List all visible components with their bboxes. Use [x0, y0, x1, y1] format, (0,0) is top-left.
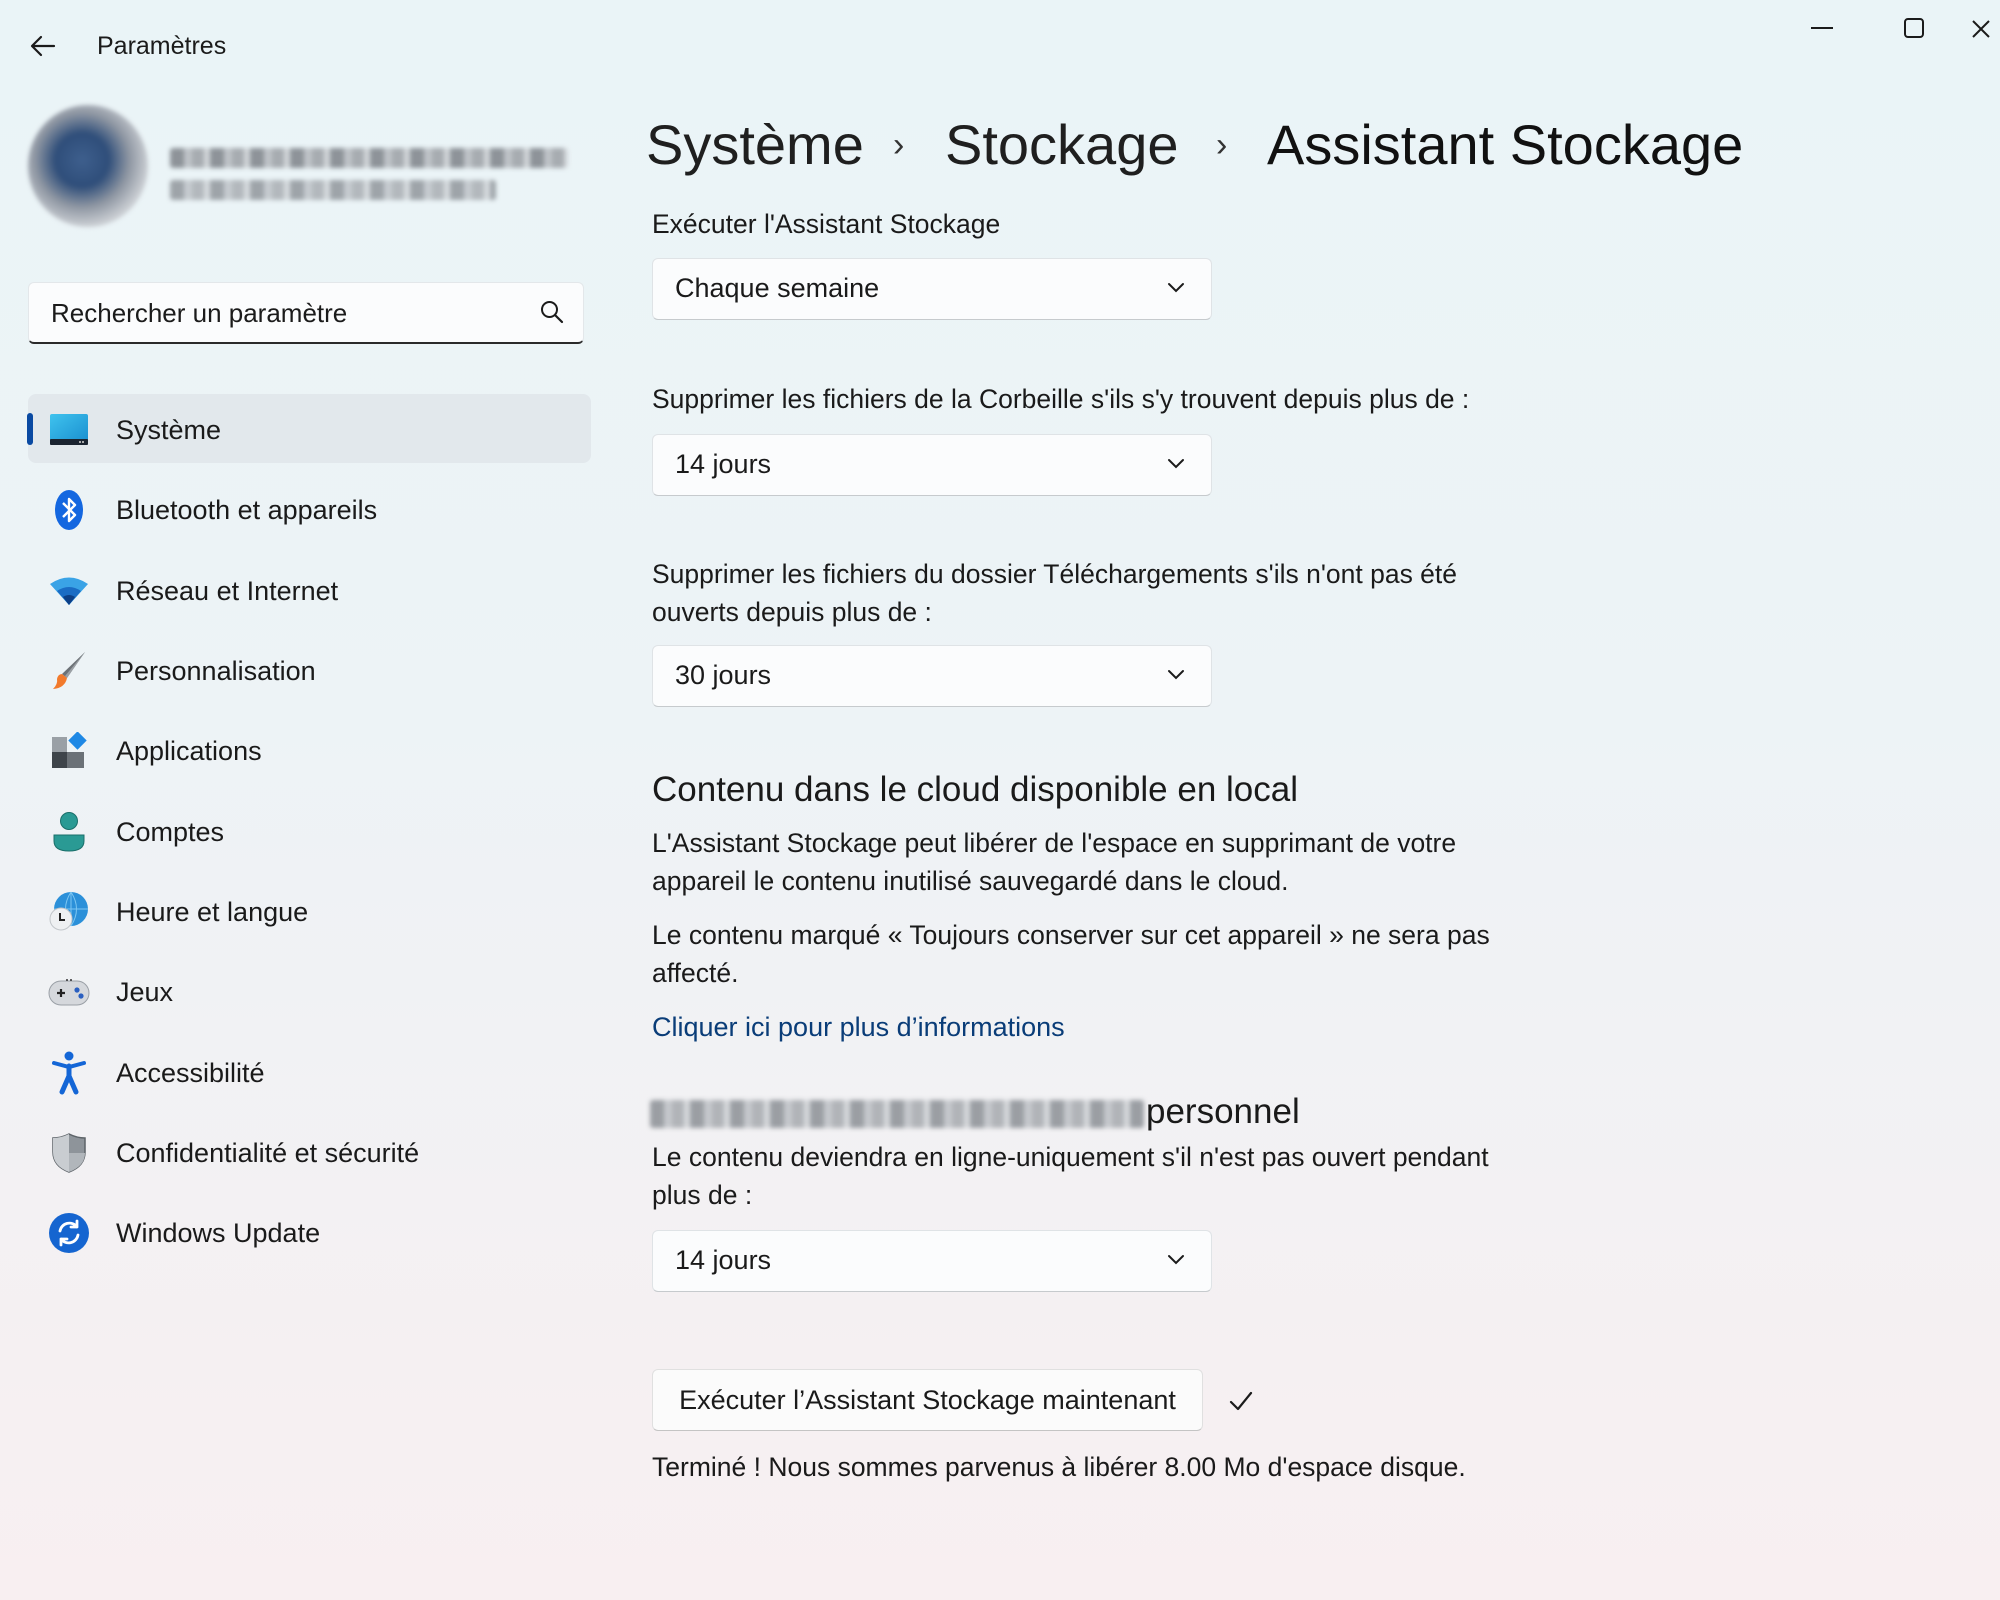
- wifi-icon: [48, 570, 90, 612]
- search-input[interactable]: [49, 283, 533, 343]
- chevron-down-icon: [1168, 670, 1184, 680]
- chevron-down-icon: [1168, 283, 1184, 293]
- close-button[interactable]: [1970, 8, 2000, 48]
- sidebar-item-applications[interactable]: Applications: [28, 720, 591, 782]
- sidebar-item-comptes[interactable]: Comptes: [28, 801, 591, 863]
- cloud-description-line2: appareil le contenu inutilisé sauvegardé…: [652, 866, 1289, 896]
- dropdown-value: 30 jours: [675, 660, 772, 690]
- update-icon: [48, 1212, 90, 1254]
- sidebar-item-label: Confidentialité et sécurité: [116, 1137, 420, 1168]
- online-only-label-line1: Le contenu deviendra en ligne-uniquement…: [652, 1142, 1489, 1172]
- bluetooth-icon: [48, 489, 90, 531]
- minimize-button[interactable]: [1792, 8, 1852, 48]
- breadcrumb-item-stockage[interactable]: Stockage: [945, 112, 1179, 177]
- user-icon: [48, 811, 90, 853]
- online-only-label-line2: plus de :: [652, 1180, 753, 1210]
- checkmark-icon: [1229, 1391, 1253, 1411]
- globe-clock-icon: [48, 891, 90, 933]
- run-now-button[interactable]: Exécuter l’Assistant Stockage maintenant: [652, 1369, 1203, 1431]
- sidebar-item-confidentialite[interactable]: Confidentialité et sécurité: [28, 1122, 591, 1184]
- sidebar-item-label: Personnalisation: [116, 655, 316, 686]
- search-icon[interactable]: [539, 299, 565, 325]
- cloud-description: L'Assistant Stockage peut libérer de l'e…: [652, 824, 1572, 900]
- page-title: Assistant Stockage: [1267, 113, 1744, 176]
- arrow-left-icon: [30, 35, 56, 57]
- downloads-label-line1: Supprimer les fichiers du dossier Téléch…: [652, 559, 1458, 589]
- maximize-button[interactable]: [1884, 8, 1944, 48]
- dropdown-value: 14 jours: [675, 1245, 772, 1275]
- sidebar-item-bluetooth[interactable]: Bluetooth et appareils: [28, 479, 591, 541]
- online-only-dropdown[interactable]: 14 jours: [652, 1230, 1212, 1292]
- sidebar-item-systeme[interactable]: Système: [28, 399, 591, 461]
- app-title: Paramètres: [97, 32, 227, 60]
- gamepad-icon: [48, 971, 90, 1013]
- downloads-label: Supprimer les fichiers du dossier Téléch…: [652, 555, 1572, 631]
- downloads-dropdown[interactable]: 30 jours: [652, 645, 1212, 707]
- recycle-bin-dropdown[interactable]: 14 jours: [652, 434, 1212, 496]
- monitor-icon: [48, 409, 90, 451]
- profile-email: [170, 180, 496, 200]
- search-box[interactable]: [28, 282, 584, 344]
- paintbrush-icon: [48, 650, 90, 692]
- sidebar-item-label: Applications: [116, 735, 262, 766]
- breadcrumb-item-systeme[interactable]: Système: [646, 112, 864, 177]
- accessibility-icon: [48, 1051, 90, 1095]
- account-heading-suffix: personnel: [1146, 1092, 1300, 1131]
- sidebar-item-label: Heure et langue: [116, 896, 309, 927]
- run-result-status: Terminé ! Nous sommes parvenus à libérer…: [652, 1452, 1466, 1482]
- chevron-down-icon: [1168, 1255, 1184, 1265]
- run-frequency-label: Exécuter l'Assistant Stockage: [652, 209, 1001, 239]
- maximize-icon: [1904, 18, 1924, 38]
- breadcrumb-separator: ›: [893, 126, 905, 164]
- apps-icon: [48, 730, 90, 772]
- sidebar-item-label: Windows Update: [116, 1217, 321, 1248]
- close-icon: [1972, 20, 1990, 38]
- sidebar-item-label: Réseau et Internet: [116, 575, 339, 606]
- sidebar-item-label: Accessibilité: [116, 1057, 265, 1088]
- recycle-bin-label: Supprimer les fichiers de la Corbeille s…: [652, 384, 1470, 414]
- sidebar-item-jeux[interactable]: Jeux: [28, 961, 591, 1023]
- cloud-section-heading: Contenu dans le cloud disponible en loca…: [652, 770, 1299, 809]
- sidebar-item-heure[interactable]: Heure et langue: [28, 881, 591, 943]
- sidebar-item-label: Jeux: [116, 976, 174, 1007]
- account-name-redacted: [650, 1100, 1144, 1128]
- cloud-note-line2: affecté.: [652, 958, 739, 988]
- sidebar-item-label: Comptes: [116, 816, 225, 847]
- cloud-description-line1: L'Assistant Stockage peut libérer de l'e…: [652, 828, 1457, 858]
- sidebar-item-reseau[interactable]: Réseau et Internet: [28, 560, 591, 622]
- minimize-icon: [1811, 27, 1833, 29]
- more-info-link[interactable]: Cliquer ici pour plus d’informations: [652, 1012, 1065, 1043]
- dropdown-value: Chaque semaine: [675, 273, 880, 303]
- run-frequency-dropdown[interactable]: Chaque semaine: [652, 258, 1212, 320]
- chevron-down-icon: [1168, 459, 1184, 469]
- downloads-label-line2: ouverts depuis plus de :: [652, 597, 932, 627]
- dropdown-value: 14 jours: [675, 449, 772, 479]
- sidebar-item-accessibilite[interactable]: Accessibilité: [28, 1042, 591, 1104]
- profile-name: [170, 148, 568, 168]
- online-only-label: Le contenu deviendra en ligne-uniquement…: [652, 1138, 1572, 1214]
- avatar[interactable]: [28, 105, 148, 227]
- back-button[interactable]: [26, 30, 60, 62]
- sidebar-item-personnalisation[interactable]: Personnalisation: [28, 640, 591, 702]
- shield-icon: [48, 1132, 90, 1174]
- sidebar-item-windows-update[interactable]: Windows Update: [28, 1202, 591, 1264]
- cloud-note-line1: Le contenu marqué « Toujours conserver s…: [652, 920, 1490, 950]
- cloud-note: Le contenu marqué « Toujours conserver s…: [652, 916, 1572, 992]
- breadcrumb-separator: ›: [1216, 126, 1228, 164]
- sidebar-item-label: Système: [116, 414, 222, 445]
- sidebar-item-label: Bluetooth et appareils: [116, 494, 378, 525]
